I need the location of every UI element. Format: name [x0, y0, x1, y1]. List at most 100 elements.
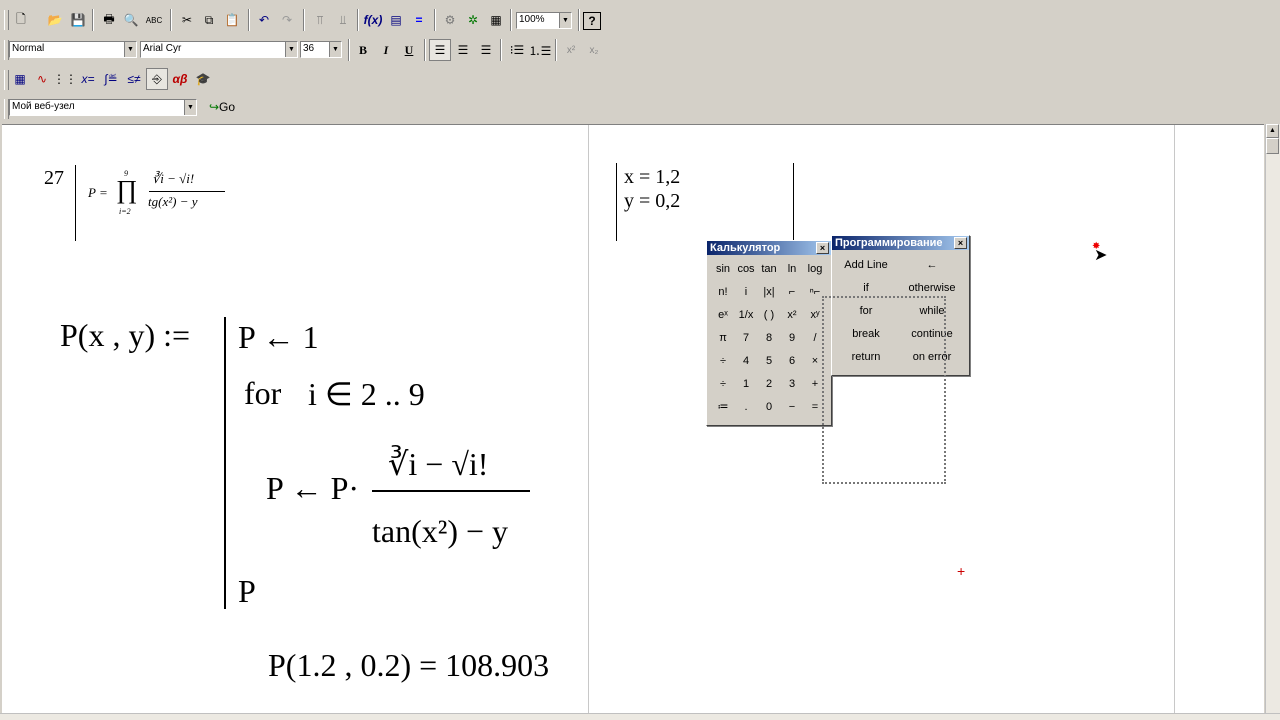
align-center-icon[interactable]: ☰ [452, 39, 474, 61]
chevron-down-icon[interactable]: ▼ [559, 13, 571, 28]
calculator-toolbar-icon[interactable]: ▦ [9, 68, 31, 90]
calculator-button[interactable]: π [712, 328, 734, 348]
calculator-button[interactable]: log [804, 259, 826, 279]
calculator-button[interactable]: |x| [758, 282, 780, 302]
print-preview-icon[interactable]: 🔍 [120, 9, 142, 31]
calculator-button[interactable]: 5 [758, 351, 780, 371]
copy-icon[interactable]: ⧉ [198, 9, 220, 31]
calculator-button[interactable]: cos [735, 259, 757, 279]
program-for-keyword[interactable]: for [244, 375, 281, 412]
calculator-button[interactable]: 9 [781, 328, 803, 348]
symbolic-toolbar-icon[interactable]: 🎓 [192, 68, 214, 90]
program-line-3-numerator[interactable]: ∛i − √i! [388, 445, 488, 483]
programming-toolbar-icon[interactable]: ⎆ [146, 68, 168, 90]
toolbar-handle[interactable] [4, 10, 9, 30]
cut-icon[interactable]: ✂ [176, 9, 198, 31]
calculus-toolbar-icon[interactable]: ∫≝ [100, 68, 122, 90]
calculator-button[interactable]: x² [781, 305, 803, 325]
calculator-button[interactable]: 6 [781, 351, 803, 371]
superscript-icon[interactable]: x² [560, 39, 582, 61]
calculator-palette[interactable]: Калькулятор × sin cos tan ln log n! i |x| ⌐ ⁿ⌐ eˣ 1/… [706, 240, 832, 426]
vertical-scrollbar[interactable]: ▲ [1265, 124, 1280, 714]
scroll-up-icon[interactable]: ▲ [1266, 124, 1279, 138]
program-line-3-denominator[interactable]: tan(x²) − y [372, 513, 508, 550]
horizontal-scrollbar[interactable] [0, 713, 1280, 720]
font-size-select[interactable]: 36 ▼ [300, 41, 342, 58]
programming-button[interactable]: otherwise [898, 278, 966, 298]
calculator-button[interactable]: ⌐ [781, 282, 803, 302]
programming-button[interactable]: ← [898, 255, 966, 275]
programming-title-bar[interactable]: Программирование × [832, 236, 969, 250]
greek-toolbar-icon[interactable]: αβ [169, 68, 191, 90]
programming-button[interactable]: if [836, 278, 896, 298]
evaluation-toolbar-icon[interactable]: x= [77, 68, 99, 90]
resource-center-icon[interactable]: ✲ [462, 9, 484, 31]
new-document-icon[interactable]: 🗋 [10, 9, 32, 31]
calculate-icon[interactable]: = [408, 9, 430, 31]
save-icon[interactable]: 💾 [67, 9, 89, 31]
chevron-down-icon[interactable]: ▼ [285, 42, 297, 57]
web-address-select[interactable]: Мой веб-узел ▼ [9, 99, 197, 116]
calculator-button[interactable]: 3 [781, 374, 803, 394]
close-icon[interactable]: × [816, 242, 829, 254]
spell-check-icon[interactable]: ABC [143, 9, 165, 31]
program-line-4[interactable]: P [238, 573, 256, 610]
graph-toolbar-icon[interactable]: ∿ [31, 68, 53, 90]
insert-region-icon[interactable]: ▦ [485, 9, 507, 31]
matrix-toolbar-icon[interactable]: ⋮⋮ [53, 68, 77, 90]
calculator-button[interactable]: i [735, 282, 757, 302]
calculator-button[interactable]: ÷ [712, 374, 734, 394]
numbering-icon[interactable]: ⒈☰ [529, 39, 552, 61]
variable-definitions[interactable]: x = 1,2 y = 0,2 [624, 165, 680, 213]
go-button[interactable]: ↪ Go [205, 96, 239, 118]
chevron-down-icon[interactable]: ▼ [329, 42, 341, 57]
program-for-range[interactable]: i ∈ 2 .. 9 [308, 375, 425, 413]
calculator-button[interactable]: ≔ [712, 397, 734, 417]
undo-icon[interactable]: ↶ [253, 9, 275, 31]
align-top-icon[interactable]: ⫪ [309, 9, 331, 31]
calculator-button[interactable]: ÷ [712, 351, 734, 371]
zoom-select[interactable]: 100% ▼ [516, 12, 572, 29]
italic-button[interactable]: I [375, 39, 397, 61]
bold-button[interactable]: B [352, 39, 374, 61]
function-definition[interactable]: P(x , y) := [60, 317, 190, 354]
print-icon[interactable]: 🖶 [98, 9, 120, 31]
font-select[interactable]: Arial Cyr ▼ [140, 41, 298, 58]
insert-unit-icon[interactable]: ▤ [385, 9, 407, 31]
subscript-icon[interactable]: x₂ [583, 39, 605, 61]
underline-button[interactable]: U [398, 39, 420, 61]
align-bottom-icon[interactable]: ⫫ [332, 9, 354, 31]
align-left-icon[interactable]: ☰ [429, 39, 451, 61]
worksheet[interactable]: 27 P = 9 ∏ i=2 ∛i − √i! tg(x²) − y x = 1… [2, 124, 1264, 715]
bullets-icon[interactable]: ⁝☰ [506, 39, 528, 61]
calculator-button[interactable]: 8 [758, 328, 780, 348]
programming-button[interactable]: Add Line [836, 255, 896, 275]
chevron-down-icon[interactable]: ▼ [184, 100, 196, 115]
calculator-button[interactable]: sin [712, 259, 734, 279]
style-select[interactable]: Normal ▼ [9, 41, 137, 58]
calculator-title-bar[interactable]: Калькулятор × [707, 241, 831, 255]
calculator-button[interactable]: tan [758, 259, 780, 279]
insert-function-icon[interactable]: f(x) [362, 9, 384, 31]
calculator-button[interactable]: 1 [735, 374, 757, 394]
boolean-toolbar-icon[interactable]: ≤≠ [123, 68, 145, 90]
calculator-button[interactable]: ln [781, 259, 803, 279]
calculator-button[interactable]: ( ) [758, 305, 780, 325]
calculator-button[interactable]: 4 [735, 351, 757, 371]
calculator-button[interactable]: 7 [735, 328, 757, 348]
calculator-button[interactable]: 0 [758, 397, 780, 417]
paste-icon[interactable]: 📋 [221, 9, 243, 31]
calculator-button[interactable]: 1/x [735, 305, 757, 325]
scroll-thumb[interactable] [1266, 138, 1279, 154]
close-icon[interactable]: × [954, 237, 967, 249]
redo-icon[interactable]: ↷ [276, 9, 298, 31]
calculator-button[interactable]: − [781, 397, 803, 417]
open-folder-icon[interactable]: 📂 [44, 9, 66, 31]
program-line-1[interactable]: P ← 1 [238, 319, 319, 356]
calculator-button[interactable]: eˣ [712, 305, 734, 325]
evaluation-result[interactable]: P(1.2 , 0.2) = 108.903 [268, 647, 549, 684]
calculator-button[interactable]: 2 [758, 374, 780, 394]
calculator-button[interactable]: n! [712, 282, 734, 302]
program-line-3-lhs[interactable]: P ← P· [266, 470, 359, 507]
chevron-down-icon[interactable]: ▼ [124, 42, 136, 57]
